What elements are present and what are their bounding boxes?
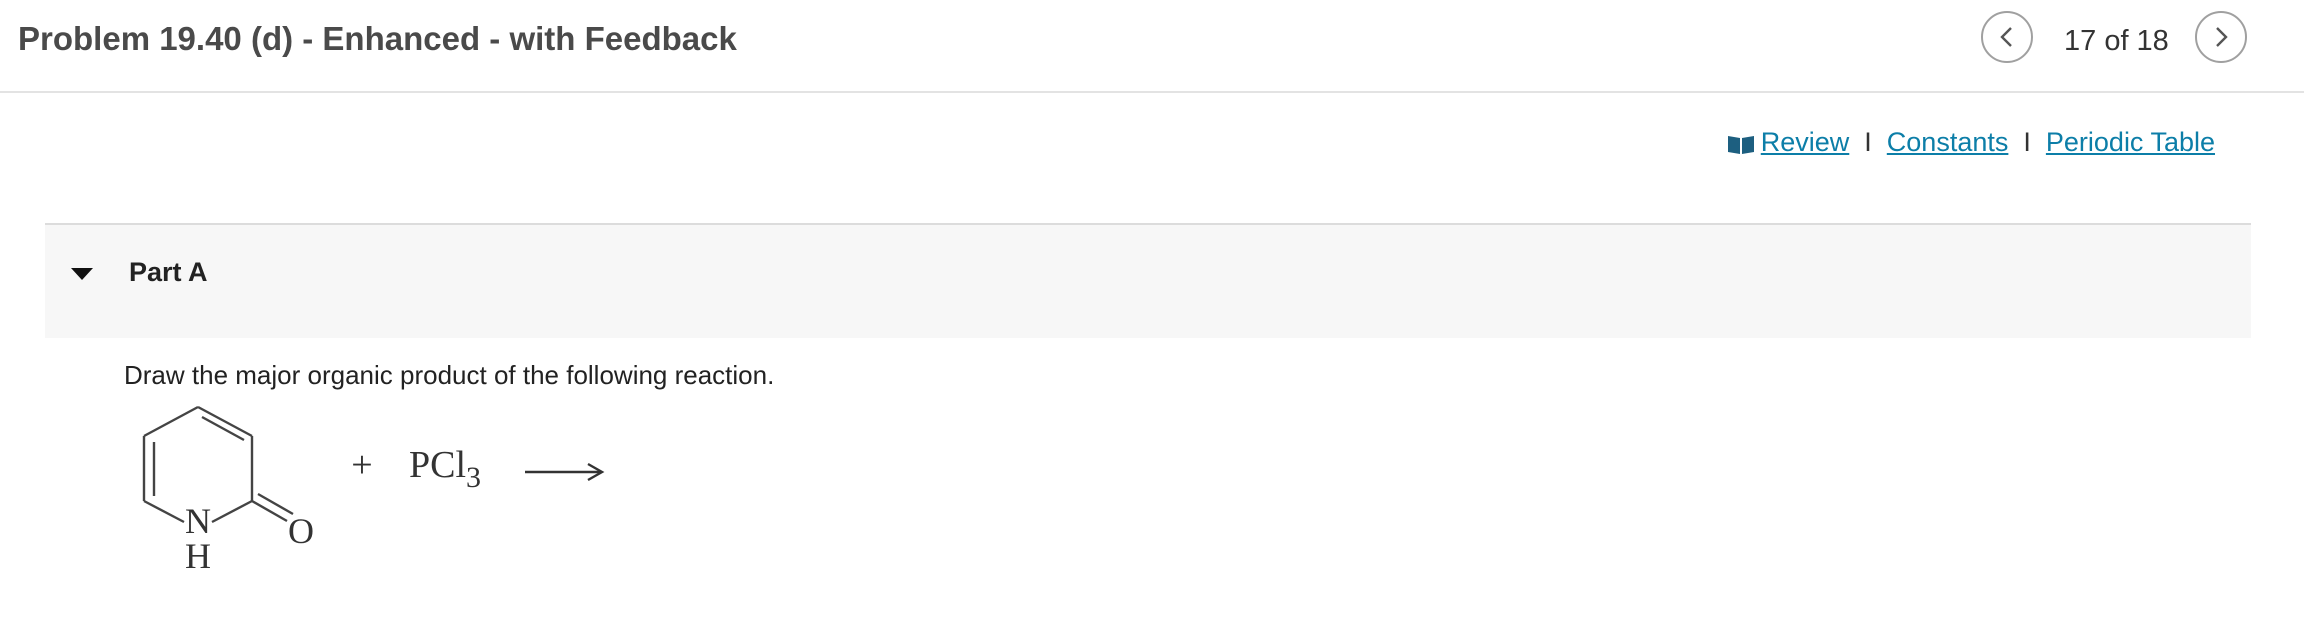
resource-links: Review I Constants I Periodic Table [1727, 127, 2215, 158]
chevron-left-icon [2000, 27, 2012, 47]
problem-counter: 17 of 18 [2064, 25, 2169, 57]
reagent-symbol: PCl [409, 444, 466, 486]
review-link-label: Review [1760, 127, 1850, 157]
oxygen-atom-label: O [288, 511, 314, 551]
reagent-subscript: 3 [466, 461, 481, 494]
constants-link[interactable]: Constants [1887, 127, 2009, 158]
plus-sign: + [351, 444, 372, 486]
periodic-table-link[interactable]: Periodic Table [2046, 127, 2215, 158]
part-a-label: Part A [129, 257, 208, 287]
chevron-right-icon [2216, 27, 2228, 47]
problem-title: Problem 19.40 (d) - Enhanced - with Feed… [18, 20, 737, 57]
reagent-formula: PCl3 [409, 444, 481, 494]
link-separator: I [2023, 127, 2031, 157]
part-a-panel: Part A [45, 223, 2251, 338]
hydrogen-atom-label: H [185, 536, 211, 576]
book-icon [1727, 135, 1754, 154]
pyridone-structure [142, 405, 294, 524]
collapse-caret-icon[interactable] [70, 266, 94, 282]
review-link[interactable]: Review [1727, 127, 1850, 158]
next-problem-button[interactable] [2195, 11, 2247, 63]
reaction-scheme: N H O + PCl3 [142, 405, 605, 576]
previous-problem-button[interactable] [1981, 11, 2033, 63]
question-text: Draw the major organic product of the fo… [124, 360, 775, 390]
link-separator: I [1864, 127, 1872, 157]
header-bar: Problem 19.40 (d) - Enhanced - with Feed… [0, 0, 2304, 93]
reaction-arrow [525, 462, 605, 482]
nitrogen-atom-label: N [185, 501, 211, 541]
